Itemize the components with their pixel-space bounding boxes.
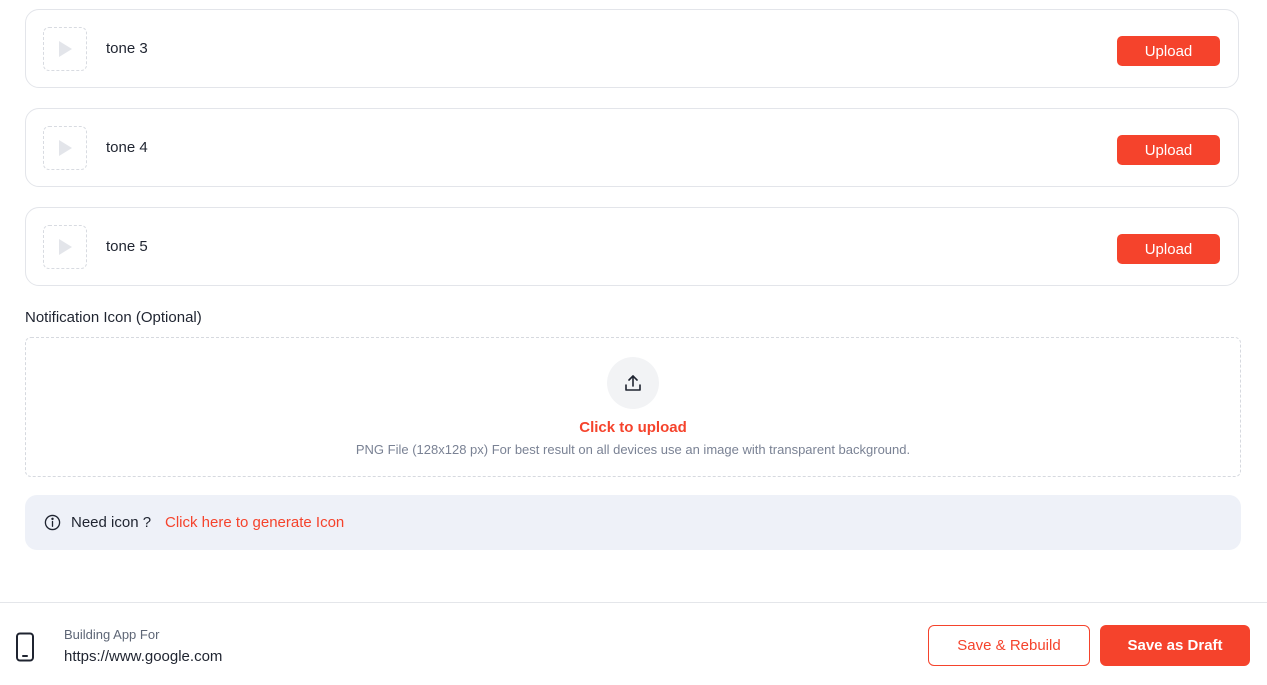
tone-card-5: tone 5 Upload <box>25 207 1239 286</box>
phone-icon <box>16 632 34 662</box>
building-app-label: Building App For <box>64 627 160 642</box>
save-draft-button[interactable]: Save as Draft <box>1100 625 1250 666</box>
generate-icon-link[interactable]: Click here to generate Icon <box>165 514 344 531</box>
tone-card-3: tone 3 Upload <box>25 9 1239 88</box>
info-icon <box>44 514 61 531</box>
save-rebuild-button[interactable]: Save & Rebuild <box>928 625 1090 666</box>
footer: Building App For https://www.google.com … <box>0 602 1267 685</box>
icon-dropzone[interactable]: Click to upload PNG File (128x128 px) Fo… <box>25 337 1241 477</box>
play-icon[interactable] <box>43 126 87 170</box>
play-icon[interactable] <box>43 27 87 71</box>
tone-name: tone 3 <box>106 40 148 57</box>
notification-icon-label: Notification Icon (Optional) <box>25 309 202 326</box>
upload-icon <box>607 357 659 409</box>
upload-button[interactable]: Upload <box>1117 135 1220 165</box>
tone-card-4: tone 4 Upload <box>25 108 1239 187</box>
upload-button[interactable]: Upload <box>1117 36 1220 66</box>
need-icon-text: Need icon ? <box>71 514 152 531</box>
play-icon[interactable] <box>43 225 87 269</box>
app-url: https://www.google.com <box>64 648 223 665</box>
upload-hint: PNG File (128x128 px) For best result on… <box>355 442 911 457</box>
click-to-upload-link[interactable]: Click to upload <box>26 419 1240 436</box>
upload-button[interactable]: Upload <box>1117 234 1220 264</box>
tone-name: tone 5 <box>106 238 148 255</box>
need-icon-banner: Need icon ? Click here to generate Icon <box>25 495 1241 550</box>
tone-name: tone 4 <box>106 139 148 156</box>
page: tone 3 Upload tone 4 Upload tone 5 Uploa… <box>0 0 1267 685</box>
